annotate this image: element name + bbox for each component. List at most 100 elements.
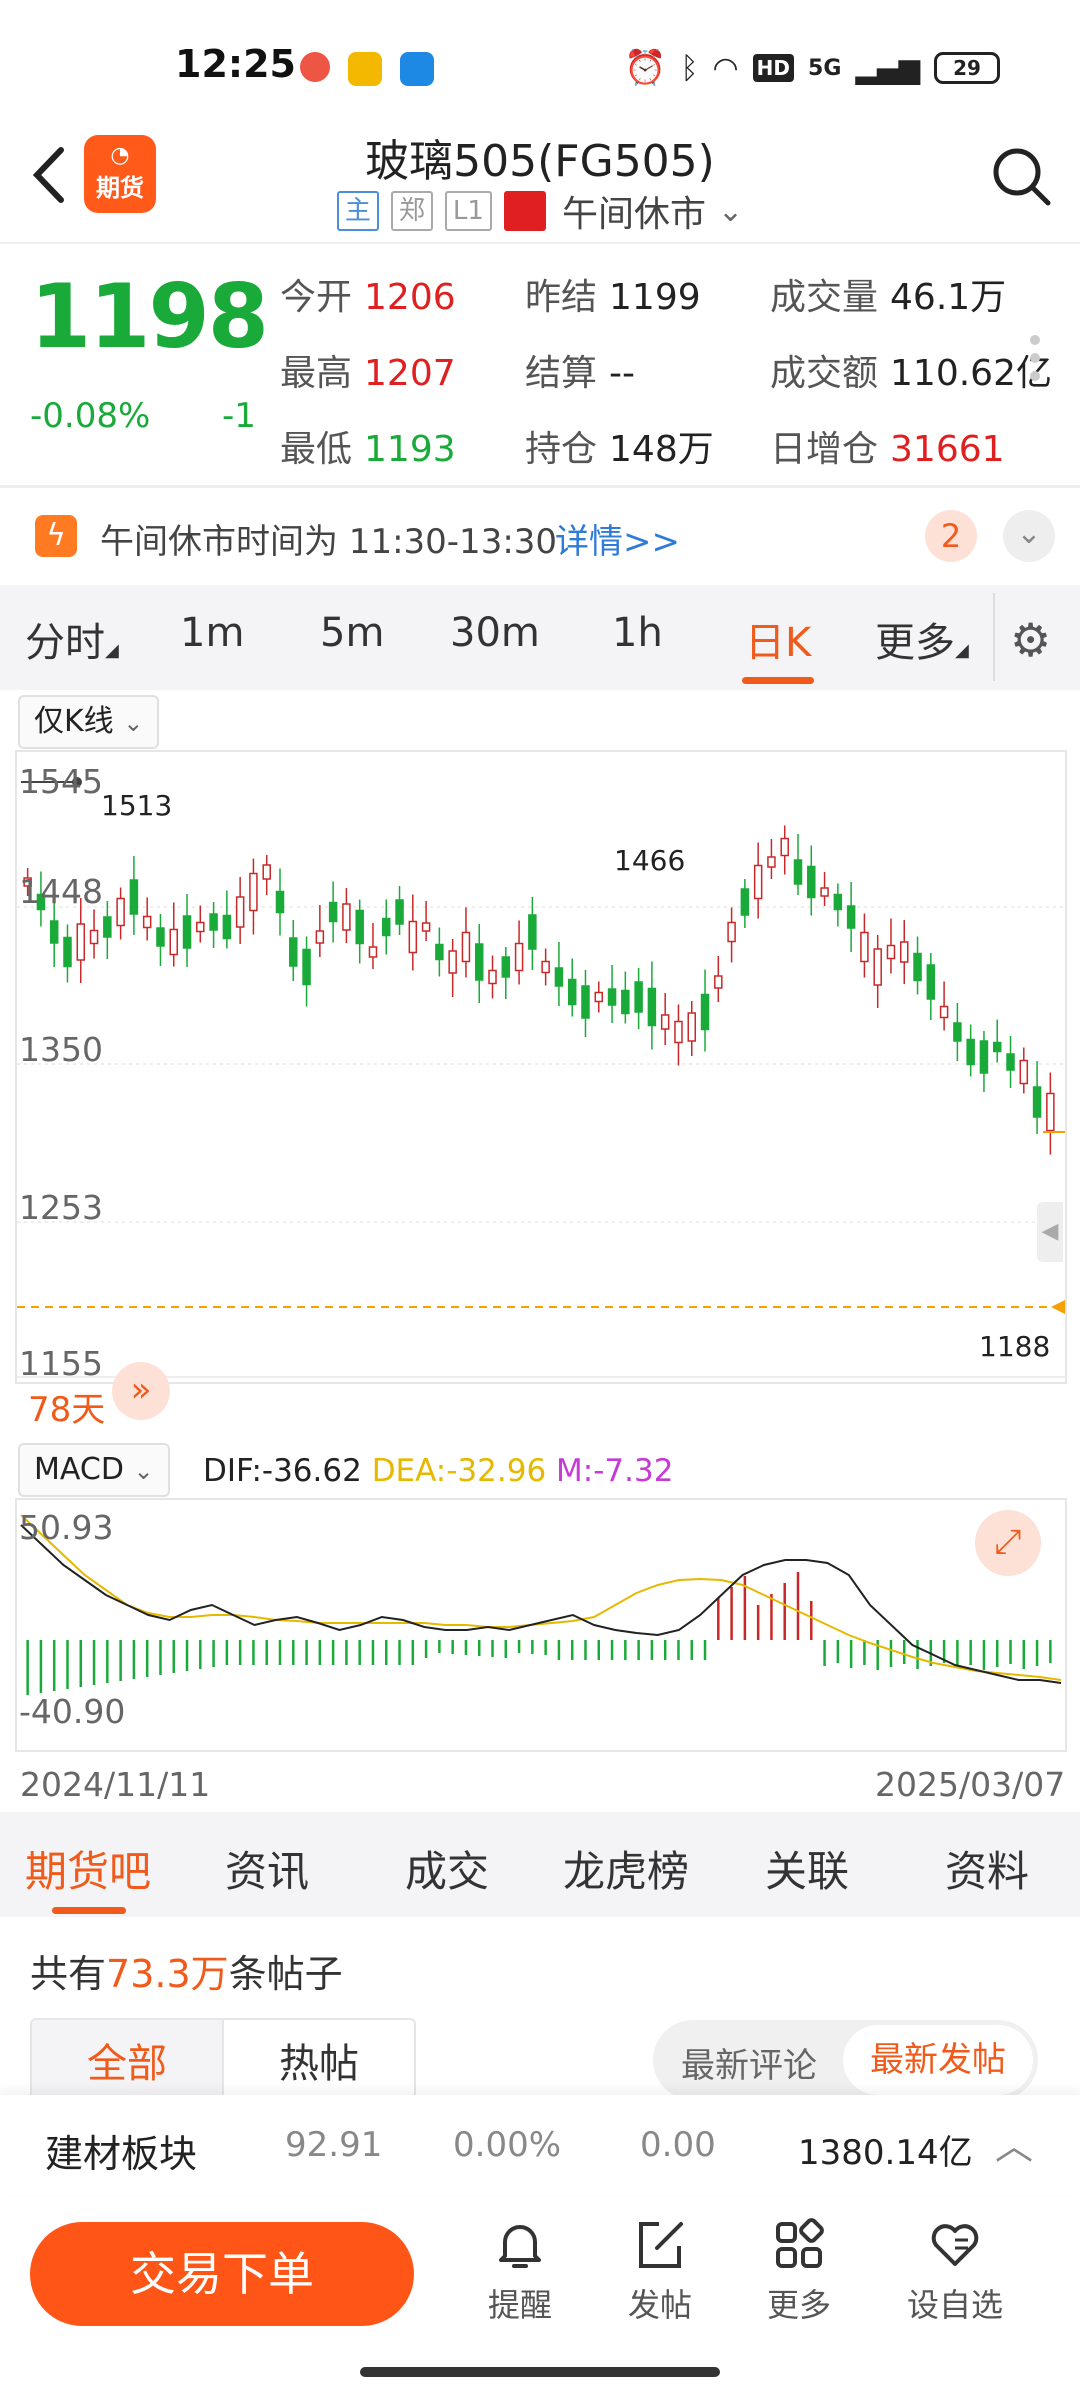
contract-tags: 主 郑 L1 险 午间休市 ⌄ <box>0 185 1080 237</box>
side-panel-handle-icon[interactable]: ◀ <box>1037 1202 1063 1262</box>
tag-exchange: 郑 <box>390 191 433 231</box>
tab-timeshare[interactable]: 分时◢ <box>25 610 119 668</box>
tab-1m[interactable]: 1m <box>180 610 244 656</box>
macd-values: DIF:-36.62 DEA:-32.96 M:-7.32 <box>203 1453 673 1489</box>
expand-chevron-icon[interactable]: ⌄ <box>1003 510 1055 562</box>
sort-toggle: 最新评论 最新发帖 <box>653 2020 1038 2100</box>
content-tabs: 期货吧 资讯 成交 龙虎榜 关联 资料 <box>0 1812 1080 1917</box>
peak-marker-label: 1466 <box>614 844 686 877</box>
tab-5m[interactable]: 5m <box>320 610 384 656</box>
chevron-up-icon[interactable]: ︿ <box>995 2115 1033 2170</box>
macd-chart[interactable]: 50.93 -40.90 ⤢ <box>15 1498 1067 1752</box>
low-marker-label: 1188 <box>979 1330 1051 1363</box>
sector-price: 92.91 <box>285 2125 383 2165</box>
tab-forum[interactable]: 期货吧 <box>25 1838 151 1899</box>
signal-icon: 5G <box>808 55 842 81</box>
nav-post[interactable]: 发帖 <box>610 2218 710 2326</box>
sort-latest-comment[interactable]: 最新评论 <box>681 2038 817 2087</box>
map-app-icon <box>300 52 330 82</box>
active-tab-indicator <box>52 1907 126 1914</box>
search-icon <box>993 148 1051 206</box>
system-icons: ⏰ ᛒ ◠ HD 5G ▂▄▆ 29 <box>624 48 1000 88</box>
nav-alert[interactable]: 提醒 <box>470 2218 570 2326</box>
quote-settle: 结算 -- <box>525 353 635 394</box>
date-start: 2024/11/11 <box>20 1765 211 1804</box>
page-title: 玻璃505(FG505) <box>365 136 715 187</box>
macd-y-bottom: -40.90 <box>19 1692 126 1731</box>
macd-canvas <box>20 1514 1062 1695</box>
active-tab-indicator <box>742 677 814 684</box>
tab-info[interactable]: 资料 <box>945 1838 1029 1899</box>
quote-low: 最低 1193 <box>280 429 456 470</box>
fast-forward-icon[interactable]: » <box>112 1362 170 1420</box>
chevron-down-icon: ⌄ <box>123 709 144 737</box>
tab-more[interactable]: 更多◢ <box>875 610 969 668</box>
notice-bar[interactable]: ϟ 午间休市时间为 11:30-13:30 详情>> 2 ⌄ <box>0 490 1080 585</box>
post-count: 共有73.3万条帖子 <box>30 1952 343 1996</box>
sort-latest-post[interactable]: 最新发帖 <box>843 2025 1033 2095</box>
tab-related[interactable]: 关联 <box>765 1838 849 1899</box>
period-tabs: 分时◢ 1m 5m 30m 1h 日K 更多◢ ⚙ <box>0 585 1080 690</box>
change-value: -1 <box>222 396 256 436</box>
trade-order-button[interactable]: 交易下单 <box>30 2222 414 2326</box>
sector-bar[interactable]: 建材板块 92.91 0.00% 0.00 1380.14亿 ︿ <box>0 2095 1080 2195</box>
quote-grid: 今开 1206 昨结 1199 成交量 46.1万 最高 1207 结算 -- 成交额 11… <box>280 268 1052 472</box>
y-tick-label: 1545 <box>19 762 103 801</box>
macd-dea: DEA:-32.96 <box>371 1453 547 1489</box>
notice-text: 午间休市时间为 11:30-13:30 <box>100 522 558 562</box>
days-label: 78天 <box>28 1390 106 1430</box>
market-status[interactable]: 午间休市 <box>562 185 706 237</box>
alarm-icon: ⏰ <box>624 48 667 88</box>
fish-app-icon <box>400 52 434 86</box>
home-indicator <box>360 2367 720 2377</box>
signal-bars-icon: ▂▄▆ <box>855 51 920 85</box>
y-tick-label: 1253 <box>19 1188 103 1227</box>
tag-risk: 险 <box>503 191 546 231</box>
search-button[interactable] <box>990 145 1052 211</box>
kline-mode-select[interactable]: 仅K线 ⌄ <box>18 695 160 749</box>
notification-icons <box>300 52 434 86</box>
lightning-icon: ϟ <box>35 515 77 557</box>
quote-oi-change: 日增仓 31661 <box>770 429 1005 470</box>
chevron-down-icon: ⌄ <box>133 1457 154 1485</box>
y-tick-label: 1155 <box>19 1344 103 1383</box>
y-tick-label: 1350 <box>19 1030 103 1069</box>
more-dots-icon[interactable] <box>1030 335 1040 381</box>
nav-label: 提醒 <box>487 2286 552 2324</box>
wallet-app-icon <box>348 52 382 86</box>
quote-prev-settle: 昨结 1199 <box>525 277 701 318</box>
tab-news[interactable]: 资讯 <box>225 1838 309 1899</box>
nav-label: 更多 <box>766 2286 831 2324</box>
expand-icon[interactable]: ⤢ <box>975 1510 1041 1576</box>
macd-select[interactable]: MACD ⌄ <box>18 1443 170 1497</box>
sector-name: 建材板块 <box>45 2132 198 2176</box>
notice-count-badge[interactable]: 2 <box>925 510 977 562</box>
divider <box>0 485 1080 488</box>
status-time: 12:25 <box>175 42 296 86</box>
tab-trades[interactable]: 成交 <box>405 1838 489 1899</box>
nav-more[interactable]: 更多 <box>749 2218 849 2326</box>
change-percent: -0.08% <box>30 396 151 436</box>
divider <box>0 242 1080 244</box>
chevron-down-icon[interactable]: ⌄ <box>718 194 743 229</box>
notice-link[interactable]: 详情>> <box>555 514 680 563</box>
tab-1h[interactable]: 1h <box>612 610 663 656</box>
y-tick-label: 1448 <box>19 872 103 911</box>
sector-change: 0.00 <box>640 2125 716 2165</box>
tag-level: L1 <box>444 191 492 231</box>
bell-icon <box>499 2225 541 2268</box>
tab-30m[interactable]: 30m <box>450 610 540 656</box>
sector-amount: 1380.14亿 <box>798 2133 973 2173</box>
settings-gear-icon[interactable]: ⚙ <box>1010 613 1051 667</box>
quote-open-interest: 持仓 148万 <box>525 429 714 470</box>
status-bar: 12:25 ⏰ ᛒ ◠ HD 5G ▂▄▆ 29 <box>0 0 1080 130</box>
nav-add-watchlist[interactable]: 设自选 <box>905 2218 1005 2326</box>
quote-high: 最高 1207 <box>280 353 456 394</box>
last-price: 1198 <box>30 265 269 368</box>
tab-dragon-tiger[interactable]: 龙虎榜 <box>563 1838 689 1899</box>
kline-chart[interactable]: 1545 1448 1350 1253 1155 1513 1466 1188 … <box>15 750 1067 1384</box>
grid-icon <box>776 2218 824 2268</box>
kline-canvas <box>17 777 1065 1378</box>
divider <box>993 593 995 681</box>
tab-daily-k[interactable]: 日K <box>745 610 811 668</box>
